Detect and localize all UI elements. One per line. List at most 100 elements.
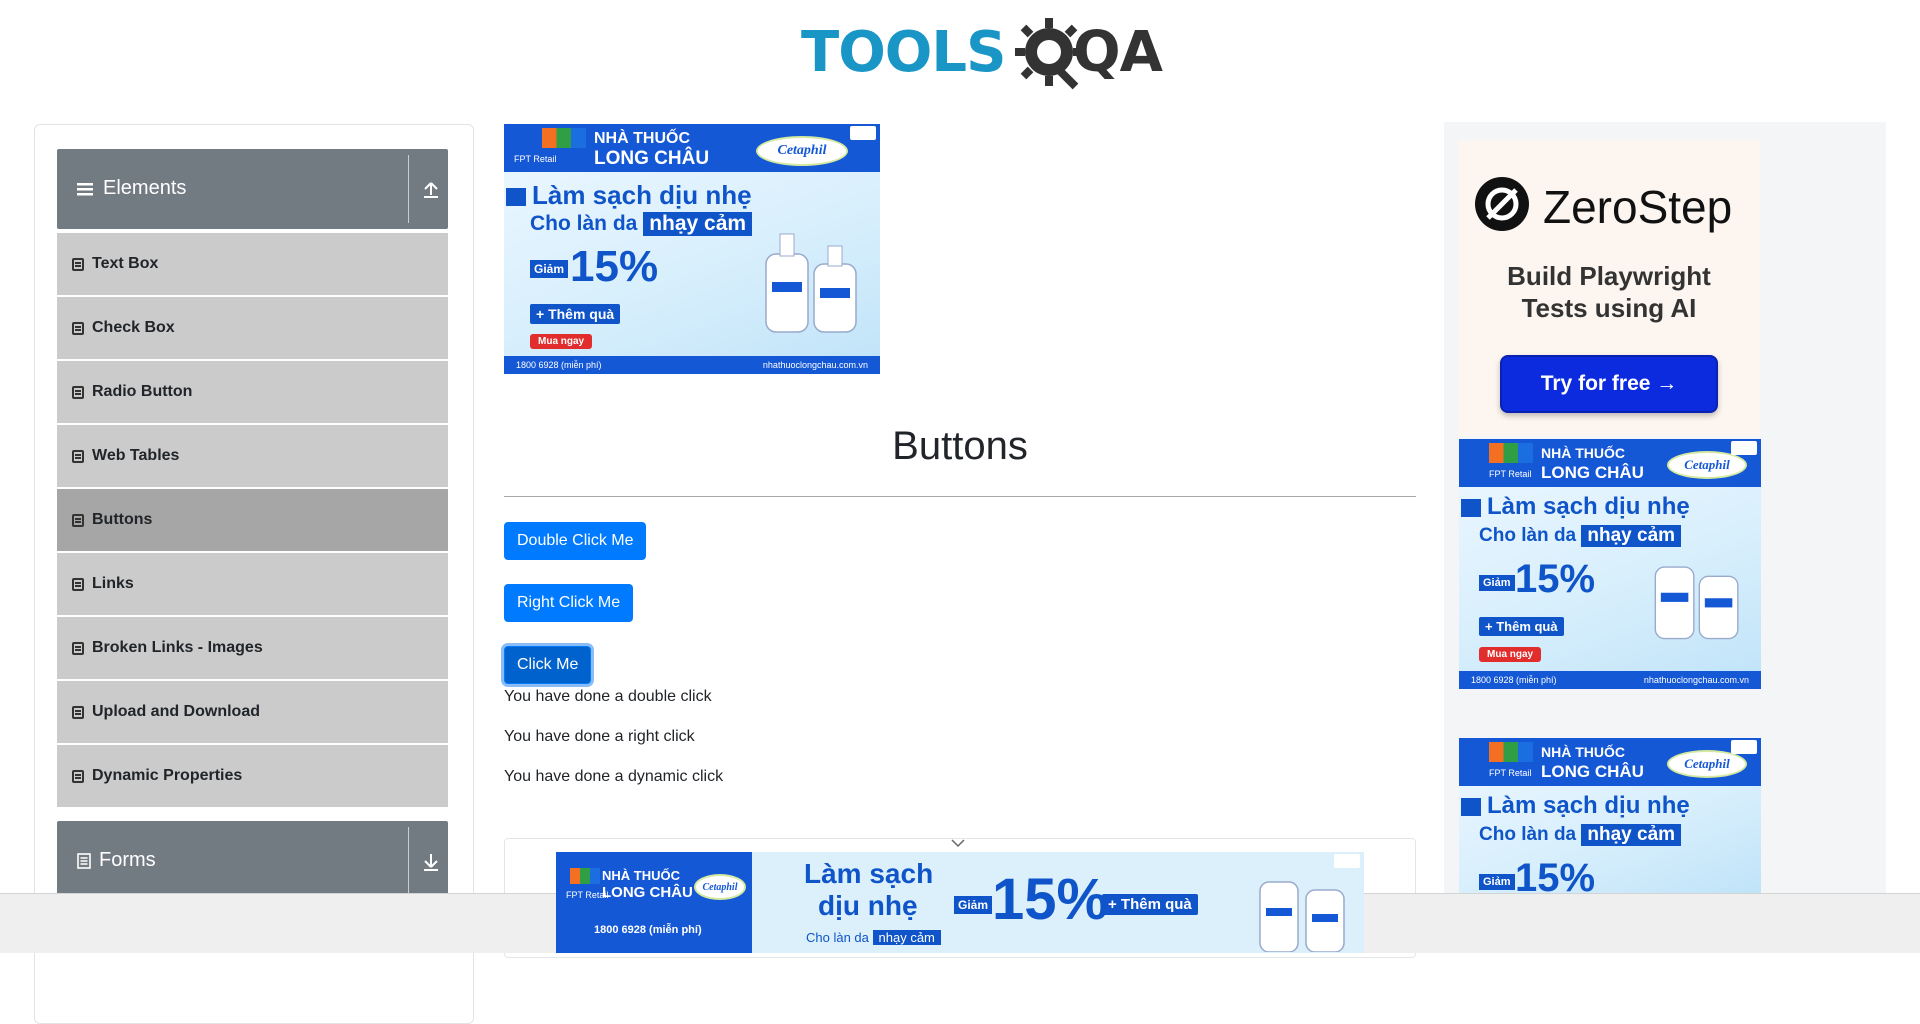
ad-choices-icon[interactable] [1334, 854, 1360, 868]
sidebar-item-label: Dynamic Properties [92, 767, 243, 784]
ad-banner-right-2[interactable]: FPT Retail NHÀ THUỐC LONG CHÂU Cetaphil … [1459, 738, 1761, 898]
chevron-down-icon[interactable] [951, 838, 965, 848]
group-title-elements: Elements [103, 177, 187, 199]
left-sidebar: Elements Text Box Check Box Radio Button… [34, 124, 474, 1024]
ad-header: FPT Retail NHÀ THUỐC LONG CHÂU Cetaphil [1459, 738, 1761, 786]
sidebar-item-text-box[interactable]: Text Box [57, 233, 448, 295]
sidebar-item-label: Links [92, 575, 134, 592]
zerostep-tagline: Build Playwright Tests using AI [1458, 260, 1760, 324]
ad-discount-value: 15% [1515, 856, 1596, 898]
ad-phone: 1800 6928 (miễn phí) [594, 924, 702, 936]
ad-headline: Làm sạch dịu nhẹ [1487, 792, 1690, 819]
sidebar-item-label: Buttons [92, 511, 153, 528]
header-divider [408, 827, 409, 895]
ad-gift: + Thêm quà [1102, 894, 1198, 915]
html5-icon [72, 769, 84, 783]
ad-brand-line1: NHÀ THUỐC [1541, 445, 1625, 461]
sidebar-item-label: Upload and Download [92, 703, 260, 720]
ad-headline: Làm sạch [804, 858, 934, 889]
page-title: Buttons [892, 424, 1028, 468]
ad-choices-icon[interactable] [1731, 740, 1757, 754]
sidebar-item-check-box[interactable]: Check Box [57, 297, 448, 359]
ad-product-logo: Cetaphil [1667, 750, 1747, 778]
ad-subheadline: Cho làn da [1479, 525, 1577, 546]
ad-discount-value: 15% [570, 242, 659, 291]
ad-website: nhathuoclongchau.com.vn [762, 360, 868, 370]
ad-brand-line1: NHÀ THUỐC [594, 130, 690, 147]
html5-icon [72, 257, 84, 271]
ad-brand-line2: LONG CHÂU [1541, 463, 1644, 482]
click-me-button[interactable]: Click Me [504, 646, 592, 684]
collapse-up-icon[interactable] [419, 177, 443, 201]
expand-down-icon[interactable] [419, 849, 443, 873]
group-header-elements[interactable]: Elements [57, 149, 448, 229]
ad-square-icon [1461, 498, 1481, 517]
ad-fpt-label: FPT Retail [1489, 768, 1532, 778]
ad-buy-button[interactable]: Mua ngay [1479, 647, 1542, 662]
ad-fpt-label: FPT Retail [1489, 469, 1532, 479]
ad-subheadline: Cho làn da [1479, 824, 1577, 845]
double-click-button[interactable]: Double Click Me [504, 522, 647, 560]
sidebar-item-radio-button[interactable]: Radio Button [57, 361, 448, 423]
sidebar-item-label: Radio Button [92, 383, 193, 400]
ad-square-icon [1461, 797, 1481, 816]
logo-text-qa: QA [1073, 20, 1163, 85]
group-header-forms[interactable]: Forms [57, 821, 448, 901]
ad-choices-icon[interactable] [850, 126, 876, 140]
sidebar-item-buttons[interactable]: Buttons [57, 489, 448, 551]
ad-header: FPT Retail NHÀ THUỐC LONG CHÂU Cetaphil [504, 124, 880, 172]
right-click-message: You have done a right click [504, 728, 695, 745]
fpt-logo [1489, 742, 1533, 762]
toolsqa-logo[interactable]: TOOLS QA [801, 16, 1163, 90]
sidebar-item-label: Broken Links - Images [92, 639, 263, 656]
ad-phone: 1800 6928 (miễn phí) [1471, 675, 1557, 685]
fpt-logo [1489, 443, 1533, 463]
ad-buy-button[interactable]: Mua ngay [530, 334, 593, 349]
sidebar-item-broken-links[interactable]: Broken Links - Images [57, 617, 448, 679]
sidebar-item-label: Text Box [92, 255, 159, 272]
sidebar-item-links[interactable]: Links [57, 553, 448, 615]
ad-highlight: nhạy cảm [1581, 824, 1682, 846]
html5-icon [72, 385, 84, 399]
zerostep-ad[interactable]: ZeroStep Build Playwright Tests using AI… [1458, 140, 1760, 436]
ad-brand-line2: LONG CHÂU [594, 148, 710, 169]
header-divider [408, 155, 409, 223]
try-for-free-button[interactable]: Try for free → [1500, 355, 1718, 413]
ad-banner-right-1[interactable]: FPT Retail NHÀ THUỐC LONG CHÂU Cetaphil … [1459, 439, 1761, 689]
zerostep-logo-icon [1475, 177, 1529, 231]
sidebar-item-upload-download[interactable]: Upload and Download [57, 681, 448, 743]
html5-icon [72, 577, 84, 591]
ad-product-logo: Cetaphil [694, 874, 746, 900]
sidebar-item-web-tables[interactable]: Web Tables [57, 425, 448, 487]
ad-banner-top[interactable]: FPT Retail NHÀ THUỐC LONG CHÂU Cetaphil … [504, 124, 880, 374]
right-click-button[interactable]: Right Click Me [504, 584, 634, 622]
html5-icon [72, 513, 84, 527]
ad-discount-value: 15% [1515, 557, 1596, 601]
ad-product-logo: Cetaphil [1667, 451, 1747, 479]
fpt-logo [542, 128, 586, 148]
ad-discount-label: Giảm [1479, 874, 1515, 890]
ad-discount-value: 15% [992, 867, 1109, 932]
document-icon [77, 852, 91, 869]
ad-choices-icon[interactable] [1731, 441, 1757, 455]
ad-header: FPT Retail NHÀ THUỐC LONG CHÂU Cetaphil [1459, 439, 1761, 487]
ad-headline: dịu nhẹ [818, 890, 918, 921]
ad-square-icon [506, 188, 526, 207]
ad-brand-line2: LONG CHÂU [602, 884, 693, 901]
ad-headline: Làm sạch dịu nhẹ [1487, 493, 1690, 520]
ad-gift: + Thêm quà [530, 304, 621, 324]
group-title-forms: Forms [99, 849, 156, 871]
ad-footer: 1800 6928 (miễn phí) nhathuoclongchau.com… [504, 356, 880, 374]
zerostep-tagline-line1: Build Playwright [1507, 261, 1711, 291]
sidebar-item-dynamic-properties[interactable]: Dynamic Properties [57, 745, 448, 807]
dynamic-click-message: You have done a dynamic click [504, 768, 724, 785]
html5-icon [72, 321, 84, 335]
sidebar-item-label: Web Tables [92, 447, 180, 464]
html5-icon [72, 705, 84, 719]
ad-product-logo: Cetaphil [756, 136, 848, 166]
zerostep-name: ZeroStep [1543, 181, 1733, 233]
ad-banner-bottom[interactable]: FPT Retail NHÀ THUỐC LONG CHÂU Cetaphil … [556, 852, 1364, 953]
bottles-image [765, 233, 857, 333]
bottles-image [1259, 881, 1345, 952]
sidebar-item-label: Check Box [92, 319, 175, 336]
